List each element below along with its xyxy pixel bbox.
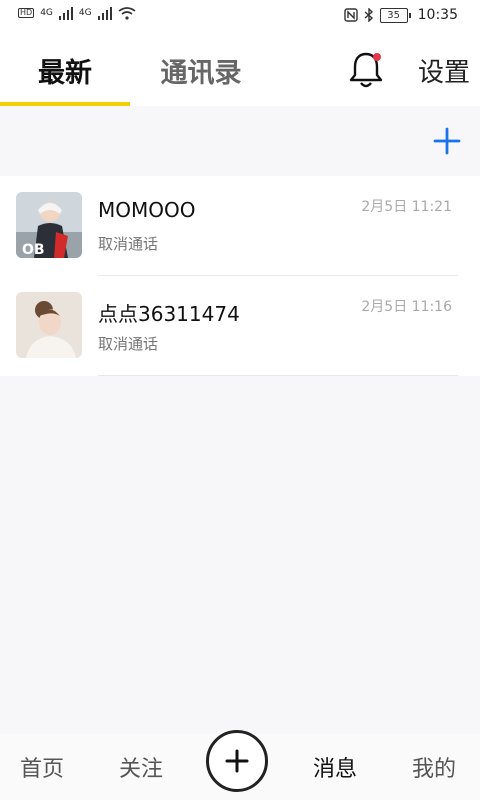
notification-bell-button[interactable] xyxy=(346,48,386,92)
call-list-item[interactable]: 点点36311474 取消通话 2月5日 11:16 xyxy=(0,276,480,376)
contact-name: MOMOOO xyxy=(98,198,196,222)
network-2-label: 4G xyxy=(78,8,92,18)
nav-me[interactable]: 我的 xyxy=(402,742,466,792)
svg-text:OB: OB xyxy=(22,242,45,258)
call-list: OB MOMOOO 取消通话 2月5日 11:21 点点36311474 取消通… xyxy=(0,176,480,376)
call-time: 2月5日 11:16 xyxy=(361,299,452,315)
avatar: OB xyxy=(16,192,82,258)
signal-icon xyxy=(97,6,112,20)
hd-icon: HD xyxy=(18,8,35,18)
call-status: 取消通话 xyxy=(98,335,159,353)
call-time: 2月5日 11:21 xyxy=(361,199,452,215)
plus-icon xyxy=(433,127,461,155)
nav-messages[interactable]: 消息 xyxy=(302,742,368,792)
tab-contacts[interactable]: 通讯录 xyxy=(136,34,266,106)
plus-icon xyxy=(225,749,249,773)
tab-latest[interactable]: 最新 xyxy=(0,34,130,106)
notification-dot xyxy=(373,53,381,61)
call-list-item[interactable]: OB MOMOOO 取消通话 2月5日 11:21 xyxy=(0,176,480,276)
add-contact-button[interactable] xyxy=(432,126,462,156)
avatar xyxy=(16,292,82,358)
nav-follow[interactable]: 关注 xyxy=(109,742,173,792)
status-time: 10:35 xyxy=(417,7,458,23)
add-row xyxy=(0,108,480,176)
bluetooth-icon xyxy=(364,8,373,22)
status-right: 35 10:35 xyxy=(343,7,458,23)
nfc-icon xyxy=(343,8,358,22)
contact-name: 点点36311474 xyxy=(98,302,240,326)
nav-add-button[interactable] xyxy=(206,730,268,792)
top-header: 最新 通讯录 设置 xyxy=(0,34,480,106)
call-status: 取消通话 xyxy=(98,235,159,253)
signal-icon xyxy=(58,6,73,20)
divider xyxy=(98,375,458,376)
status-bar: HD 4G 4G 35 10:35 xyxy=(0,0,480,34)
status-left: HD 4G 4G xyxy=(18,6,136,20)
network-1-label: 4G xyxy=(40,8,53,18)
settings-button[interactable]: 设置 xyxy=(412,34,476,106)
battery-icon: 35 xyxy=(379,7,411,23)
bottom-navigation: 首页 关注 消息 我的 xyxy=(0,730,480,800)
nav-home[interactable]: 首页 xyxy=(10,742,74,792)
wifi-icon xyxy=(118,7,136,20)
